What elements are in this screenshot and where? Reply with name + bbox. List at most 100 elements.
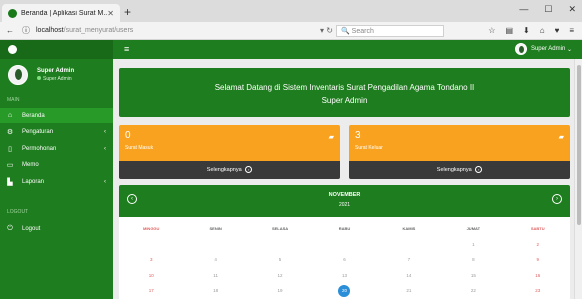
close-tab-icon[interactable]: ✕	[107, 9, 114, 18]
calendar-day	[377, 237, 441, 253]
calendar-day[interactable]: 24	[119, 299, 183, 303]
pocket-icon[interactable]: ♥	[555, 26, 560, 35]
sidebar: Super Admin Super Admin MAIN ⌂ Beranda ⚙…	[0, 59, 113, 299]
calendar-day[interactable]: 30	[506, 299, 570, 303]
url-host: localhost	[36, 27, 64, 34]
scrollbar[interactable]	[574, 59, 582, 299]
folder-icon: ▰	[559, 133, 564, 141]
url-bar[interactable]: localhost/surat_menyurat/users	[36, 27, 286, 34]
sidebar-item-beranda[interactable]: ⌂ Beranda	[0, 108, 113, 123]
search-input[interactable]: 🔍 Search	[336, 25, 444, 37]
calendar-day[interactable]: 21	[377, 283, 441, 299]
calendar-day[interactable]: 16	[506, 268, 570, 284]
calendar-weekday: SELASA	[248, 221, 312, 237]
calendar-day[interactable]: 28	[377, 299, 441, 303]
logo-icon	[8, 45, 17, 54]
main-content: Selamat Datang di Sistem Inventaris Sura…	[113, 59, 574, 299]
sidebar-profile: Super Admin Super Admin	[8, 65, 74, 85]
calendar-weekdays: MINGGUSENINSELASARABUKAMISJUMATSABTU	[119, 221, 570, 237]
calendar-day[interactable]: 29	[441, 299, 505, 303]
calendar-day[interactable]: 4	[183, 252, 247, 268]
calendar-day[interactable]: 7	[377, 252, 441, 268]
chevron-left-icon: ‹	[104, 129, 106, 135]
profile-name: Super Admin	[37, 68, 74, 74]
calendar-day[interactable]: 18	[183, 283, 247, 299]
back-icon[interactable]: ←	[4, 26, 16, 35]
more-info-link[interactable]: Selengkapnya ›	[119, 161, 340, 179]
next-month-icon[interactable]: ›	[552, 194, 562, 204]
sidebar-item-logout[interactable]: ⏻ Logout	[0, 221, 113, 236]
calendar-day[interactable]: 5	[248, 252, 312, 268]
calendar-weekday: KAMIS	[377, 221, 441, 237]
stat-value: 0	[125, 130, 131, 141]
calendar-day[interactable]: 22	[441, 283, 505, 299]
calendar-weekday: MINGGU	[119, 221, 183, 237]
more-info-label: Selengkapnya	[437, 167, 472, 173]
calendar-day[interactable]: 1	[441, 237, 505, 253]
new-tab-button[interactable]: +	[124, 5, 131, 19]
home-browser-icon[interactable]: ⌂	[540, 26, 545, 35]
site-info-icon[interactable]: ⓘ	[20, 25, 32, 36]
reload-icon[interactable]: ▾ ↻	[320, 26, 333, 35]
calendar-weekday: SENIN	[183, 221, 247, 237]
scrollbar-thumb[interactable]	[577, 65, 581, 225]
section-label-main: MAIN	[7, 97, 20, 103]
calendar-day	[119, 237, 183, 253]
note-icon: ▭	[6, 161, 14, 169]
library-icon[interactable]: ▤	[505, 26, 513, 35]
calendar-day[interactable]: 19	[248, 283, 312, 299]
sidebar-item-label: Permohonan	[22, 146, 56, 152]
sidebar-item-label: Memo	[22, 162, 39, 168]
sidebar-item-label: Pengaturan	[22, 129, 53, 135]
file-icon: ▯	[6, 145, 14, 153]
more-info-label: Selengkapnya	[207, 167, 242, 173]
profile-status-text: Super Admin	[43, 76, 72, 82]
close-window-icon[interactable]: ✕	[568, 4, 576, 15]
calendar-day[interactable]: 15	[441, 268, 505, 284]
gear-icon: ⚙	[6, 128, 14, 136]
calendar-day[interactable]: 12	[248, 268, 312, 284]
calendar-day[interactable]: 11	[183, 268, 247, 284]
app-logo[interactable]	[0, 40, 113, 59]
calendar-day[interactable]: 14	[377, 268, 441, 284]
sidebar-toggle-icon[interactable]: ≡	[124, 44, 129, 54]
menu-icon[interactable]: ≡	[569, 26, 574, 35]
stat-label: Surat Keluar	[355, 145, 383, 151]
sidebar-item-permohonan[interactable]: ▯ Permohonan ‹	[0, 141, 113, 156]
profile-status: Super Admin	[37, 76, 74, 82]
calendar-day	[183, 237, 247, 253]
user-menu[interactable]: Super Admin ⌄	[515, 43, 572, 55]
calendar-week: 17181920212223	[119, 283, 570, 299]
maximize-icon[interactable]: ☐	[544, 4, 552, 15]
calendar-day[interactable]: 9	[506, 252, 570, 268]
calendar-day[interactable]: 20	[312, 283, 376, 299]
calendar-day[interactable]: 13	[312, 268, 376, 284]
more-info-link[interactable]: Selengkapnya ›	[349, 161, 570, 179]
calendar-day[interactable]: 27	[312, 299, 376, 303]
sidebar-item-label: Laporan	[22, 179, 44, 185]
search-placeholder: Search	[352, 28, 374, 35]
sidebar-item-pengaturan[interactable]: ⚙ Pengaturan ‹	[0, 124, 113, 139]
sidebar-item-label: Logout	[22, 226, 40, 232]
calendar-day[interactable]: 2	[506, 237, 570, 253]
calendar-week: 3456789	[119, 252, 570, 268]
calendar-day[interactable]: 17	[119, 283, 183, 299]
calendar-day[interactable]: 10	[119, 268, 183, 284]
calendar-day[interactable]: 8	[441, 252, 505, 268]
calendar-day[interactable]: 23	[506, 283, 570, 299]
browser-navbar: ← ⓘ localhost/surat_menyurat/users ▾ ↻ 🔍…	[0, 22, 582, 40]
bookmark-star-icon[interactable]: ☆	[488, 26, 495, 35]
download-icon[interactable]: ⬇	[523, 26, 530, 35]
sidebar-item-laporan[interactable]: ▙ Laporan ‹	[0, 174, 113, 189]
favicon-icon	[8, 9, 17, 18]
browser-tab[interactable]: Beranda | Aplikasi Surat M... ✕	[2, 4, 120, 22]
calendar-day[interactable]: 3	[119, 252, 183, 268]
sidebar-item-memo[interactable]: ▭ Memo	[0, 157, 113, 172]
stat-card-surat-masuk: 0 Surat Masuk ▰ Selengkapnya ›	[119, 125, 340, 179]
minimize-icon[interactable]: —	[519, 4, 528, 15]
calendar-day[interactable]: 6	[312, 252, 376, 268]
calendar-week: 24252627282930	[119, 299, 570, 303]
calendar-day[interactable]: 26	[248, 299, 312, 303]
calendar-day[interactable]: 25	[183, 299, 247, 303]
calendar-weekday: RABU	[312, 221, 376, 237]
